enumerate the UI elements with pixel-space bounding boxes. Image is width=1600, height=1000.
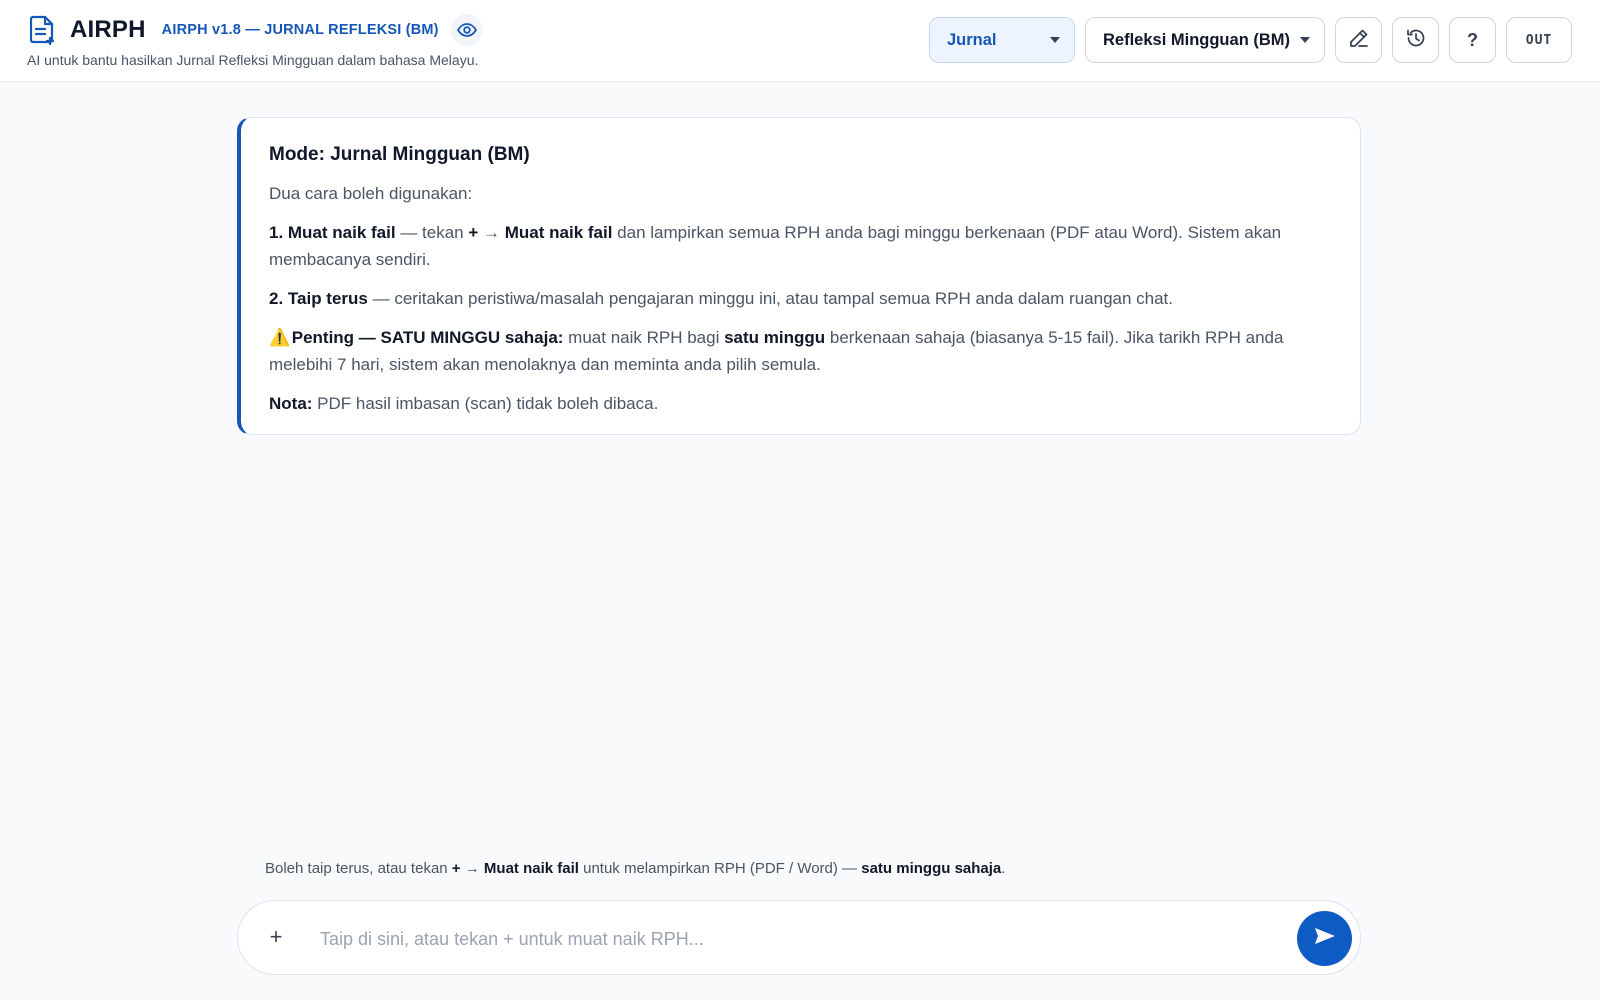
category-select-value: Jurnal: [947, 30, 997, 49]
step-upload: 1. Muat naik fail — tekan + → Muat naik …: [269, 219, 1332, 273]
step2-label: 2. Taip terus: [269, 289, 368, 308]
eye-icon[interactable]: [450, 14, 483, 46]
send-icon: [1313, 926, 1337, 951]
category-select[interactable]: Jurnal: [929, 17, 1075, 63]
step1-plus: +: [468, 223, 479, 242]
edit-button[interactable]: [1335, 17, 1382, 63]
help-button[interactable]: ?: [1449, 17, 1496, 63]
chat-input[interactable]: [318, 919, 1262, 959]
mode-select[interactable]: Refleksi Mingguan (BM): [1085, 17, 1325, 63]
hint-emphasis: satu minggu sahaja: [861, 860, 1002, 877]
card-title: Mode: Jurnal Mingguan (BM): [269, 144, 530, 165]
card-intro: Dua cara boleh digunakan:: [269, 184, 473, 203]
pencil-icon: [1348, 27, 1370, 54]
step1-action: Muat naik fail: [504, 223, 613, 242]
warning-note: ⚠️ Penting — SATU MINGGU sahaja: muat na…: [269, 324, 1332, 378]
arrow-icon: →: [460, 860, 484, 877]
send-button[interactable]: [1297, 911, 1352, 966]
arrow-icon: →: [478, 223, 505, 242]
attach-button[interactable]: +: [262, 923, 290, 951]
note-label: Nota:: [269, 394, 313, 413]
hint-action: Muat naik fail: [483, 860, 579, 877]
header-controls: Jurnal Refleksi Mingguan (BM) ? OUT: [929, 17, 1572, 63]
mode-info-card: Mode: Jurnal Mingguan (BM) Dua cara bole…: [237, 117, 1361, 435]
history-button[interactable]: [1392, 17, 1439, 63]
hint-end: .: [1001, 860, 1006, 877]
hint-detail: untuk melampirkan RPH (PDF / Word) —: [578, 860, 862, 877]
brand: AIRPH AIRPH v1.8 — JURNAL REFLEKSI (BM): [28, 14, 483, 46]
note-text: PDF hasil imbasan (scan) tidak boleh dib…: [312, 394, 659, 413]
mode-select-value: Refleksi Mingguan (BM): [1103, 30, 1291, 49]
step-type: 2. Taip terus — ceritakan peristiwa/masa…: [269, 285, 1332, 312]
step1-label: 1. Muat naik fail: [269, 223, 396, 242]
logout-button[interactable]: OUT: [1506, 17, 1572, 63]
chevron-down-icon: [1050, 37, 1060, 43]
history-icon: [1405, 27, 1427, 54]
hint-text: Boleh taip terus, atau tekan: [265, 860, 452, 877]
chat-composer: +: [237, 900, 1361, 975]
brand-name: AIRPH: [70, 16, 146, 43]
step1-text: — tekan: [395, 223, 469, 242]
warning-text: muat naik RPH bagi: [563, 328, 725, 347]
warning-emphasis: satu minggu: [724, 328, 826, 347]
app-header: AIRPH AIRPH v1.8 — JURNAL REFLEKSI (BM) …: [0, 0, 1600, 82]
warning-label: Penting — SATU MINGGU sahaja:: [291, 328, 564, 347]
scan-note: Nota: PDF hasil imbasan (scan) tidak bol…: [269, 390, 1332, 417]
app-subtitle: AI untuk bantu hasilkan Jurnal Refleksi …: [27, 52, 479, 68]
step2-text: — ceritakan peristiwa/masalah pengajaran…: [367, 289, 1174, 308]
composer-hint: Boleh taip terus, atau tekan + → Muat na…: [265, 860, 1005, 877]
hint-plus: +: [451, 860, 461, 877]
warning-icon: ⚠️: [269, 328, 291, 347]
document-icon: [28, 15, 58, 45]
chevron-down-icon: [1300, 37, 1310, 43]
version-label: AIRPH v1.8 — JURNAL REFLEKSI (BM): [161, 22, 439, 38]
